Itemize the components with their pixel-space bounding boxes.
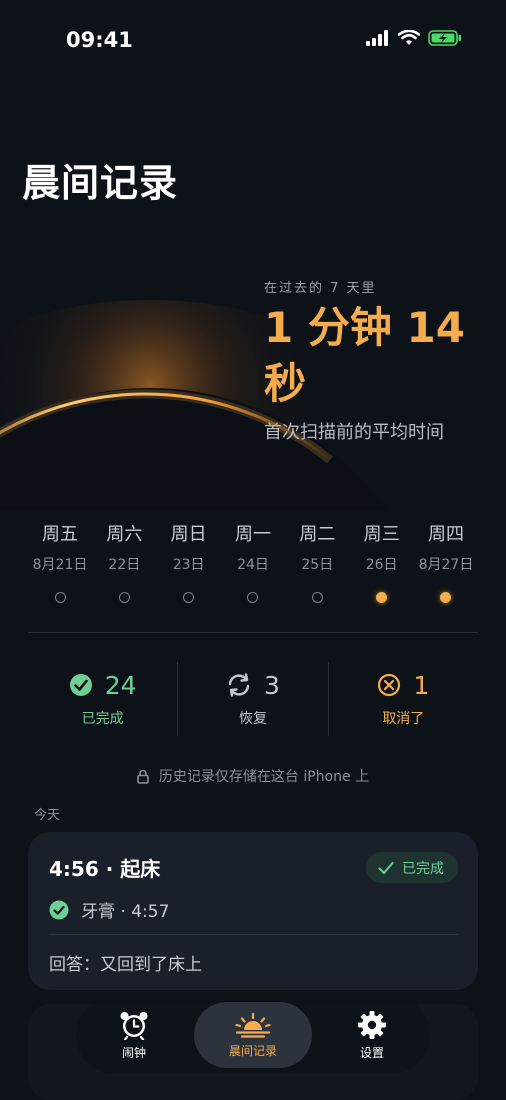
day-status-dot <box>311 592 323 603</box>
completed-count: 24 <box>104 670 137 700</box>
summary-subtitle: 首次扫描前的平均时间 <box>264 422 444 443</box>
stat-cancelled: 1 取消了 <box>327 662 478 736</box>
x-circle-icon <box>378 673 401 697</box>
wifi-icon <box>398 30 420 45</box>
average-time-value: 1 分钟 14 秒 <box>264 303 465 408</box>
sync-icon <box>228 673 250 697</box>
status-bar: 09:41 <box>0 0 506 80</box>
status-badge-label: 已完成 <box>402 860 444 877</box>
day-status-dot <box>54 592 66 603</box>
record-card[interactable]: 4:56 · 起床 已完成 牙膏 · 4:57 回答：又回到了床上 <box>28 832 478 990</box>
gear-icon <box>358 1010 386 1039</box>
status-badge: 已完成 <box>366 852 458 883</box>
record-title: 4:56 · 起床 <box>49 857 161 881</box>
week-strip: 周五 8月21日 周六 22日 周日 23日 周一 24日 周二 25日 周三 … <box>28 520 478 603</box>
day-name: 周二 <box>299 524 336 545</box>
lock-icon <box>137 769 149 784</box>
stat-restored: 3 恢复 <box>177 662 327 736</box>
page-title: 晨间记录 <box>22 161 179 205</box>
day-status-dot <box>440 592 452 603</box>
check-circle-icon <box>49 900 69 919</box>
tab-label: 设置 <box>359 1045 384 1060</box>
day-column[interactable]: 周六 22日 <box>92 520 156 603</box>
status-time: 09:41 <box>66 28 133 52</box>
cancelled-count: 1 <box>413 670 430 700</box>
restored-label: 恢复 <box>238 710 267 727</box>
check-icon <box>378 861 394 874</box>
tab-settings[interactable]: 设置 <box>320 1002 424 1068</box>
day-column[interactable]: 周四 8月27日 <box>414 520 478 603</box>
stat-completed: 24 已完成 <box>28 662 177 736</box>
stats-row: 24 已完成 3 恢复 1 取消了 <box>28 662 478 736</box>
day-date: 25日 <box>301 557 334 573</box>
day-date: 23日 <box>172 557 205 573</box>
tab-alarm[interactable]: 闹钟 <box>82 1002 186 1068</box>
day-column[interactable]: 周三 26日 <box>350 520 414 603</box>
check-circle-icon <box>69 674 92 696</box>
day-date: 8月21日 <box>32 557 88 573</box>
day-name: 周一 <box>234 524 271 545</box>
day-date: 26日 <box>365 557 398 573</box>
day-column[interactable]: 周日 23日 <box>157 520 221 603</box>
day-status-dot <box>118 592 130 603</box>
status-icons <box>366 30 462 46</box>
section-label-today: 今天 <box>34 808 61 823</box>
sunrise-icon <box>235 1012 271 1038</box>
day-status-dot <box>247 592 259 603</box>
day-name: 周日 <box>170 524 207 545</box>
tab-morning-log[interactable]: 晨间记录 <box>194 1002 312 1068</box>
day-date: 24日 <box>237 557 269 573</box>
answer-text: 回答：又回到了床上 <box>49 955 202 975</box>
day-date: 8月27日 <box>418 557 474 573</box>
completed-label: 已完成 <box>81 710 124 727</box>
day-name: 周四 <box>427 524 464 545</box>
battery-icon <box>428 30 461 46</box>
day-name: 周三 <box>363 524 400 545</box>
restored-count: 3 <box>264 670 280 700</box>
day-column[interactable]: 周五 8月21日 <box>28 520 92 603</box>
divider <box>28 632 478 633</box>
divider <box>49 934 458 935</box>
day-status-dot <box>183 592 195 603</box>
day-name: 周五 <box>42 524 78 545</box>
day-name: 周六 <box>106 524 143 545</box>
privacy-text: 历史记录仅存储在这台 iPhone 上 <box>158 769 370 785</box>
alarm-clock-icon <box>120 1011 148 1040</box>
summary-caption: 在过去的 7 天里 <box>264 281 377 296</box>
tab-bar: 闹钟 晨间记录 设置 <box>76 996 430 1074</box>
tab-label: 闹钟 <box>121 1045 146 1060</box>
day-date: 22日 <box>108 557 141 573</box>
tab-label: 晨间记录 <box>228 1043 277 1058</box>
cancelled-label: 取消了 <box>382 710 425 727</box>
task-label: 牙膏 · 4:57 <box>81 902 170 922</box>
day-status-dot <box>376 592 388 603</box>
privacy-note: 历史记录仅存储在这台 iPhone 上 <box>0 766 506 786</box>
task-item: 牙膏 · 4:57 <box>49 897 169 922</box>
signal-icon <box>366 30 388 46</box>
day-column[interactable]: 周二 25日 <box>285 520 349 603</box>
day-column[interactable]: 周一 24日 <box>221 520 285 603</box>
